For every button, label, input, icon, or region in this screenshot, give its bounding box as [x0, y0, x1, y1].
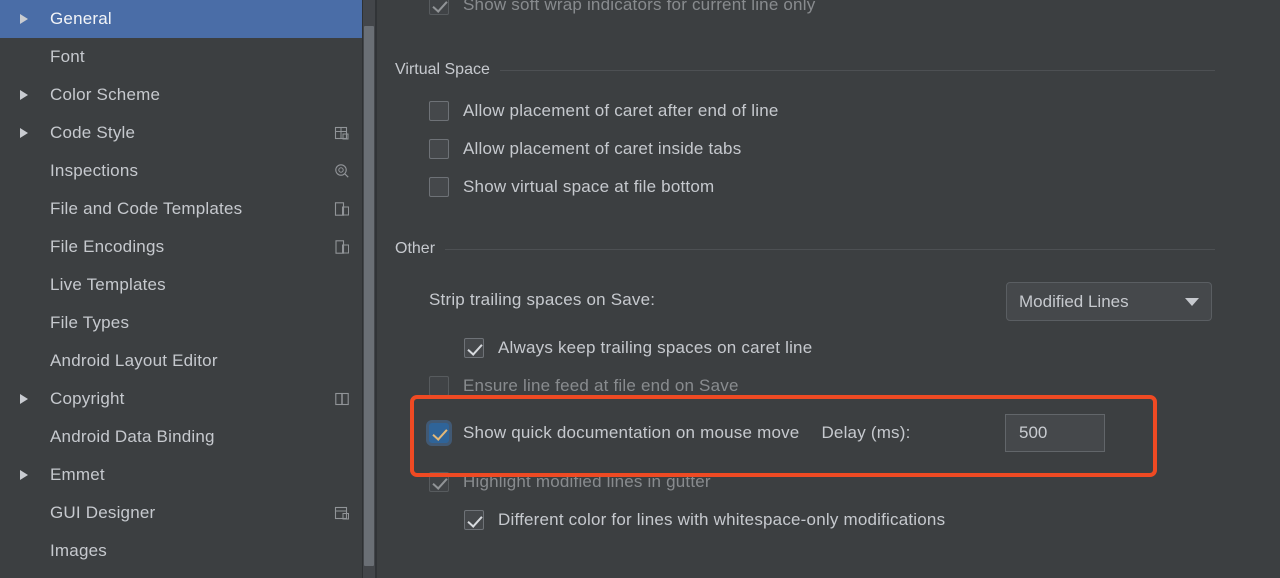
checkbox-row-highlight-modified-lines[interactable]: Highlight modified lines in gutter: [429, 472, 711, 492]
checkbox-row-ensure-line-feed[interactable]: Ensure line feed at file end on Save: [429, 376, 739, 396]
chevron-right-icon[interactable]: [20, 14, 28, 24]
tree-scrollbar-thumb[interactable]: [364, 26, 374, 566]
sidebar-item-live-templates[interactable]: Live Templates: [0, 266, 362, 304]
sidebar-item-color-scheme[interactable]: Color Scheme: [0, 76, 362, 114]
checkbox-soft-wrap-indicators[interactable]: [429, 0, 449, 15]
section-header-other: Other: [395, 240, 1215, 258]
sidebar-item-label: Android Layout Editor: [50, 351, 218, 370]
checkbox-different-color-whitespace[interactable]: [464, 510, 484, 530]
checkbox-label: Highlight modified lines in gutter: [463, 472, 711, 491]
settings-tree[interactable]: General Font Color Scheme Code Style Ins…: [0, 0, 362, 578]
checkbox-always-keep-trailing-spaces[interactable]: [464, 338, 484, 358]
checkbox-row-caret-after-end-of-line[interactable]: Allow placement of caret after end of li…: [429, 101, 779, 121]
sidebar-item-file-and-code-templates[interactable]: File and Code Templates: [0, 190, 362, 228]
module-config-icon: [334, 163, 350, 179]
module-config-icon: [334, 239, 350, 255]
sidebar-item-emmet[interactable]: Emmet: [0, 456, 362, 494]
sidebar-item-label: Color Scheme: [50, 85, 161, 104]
sidebar-item-label: File Types: [50, 313, 130, 332]
checkbox-label: Different color for lines with whitespac…: [498, 510, 946, 529]
sidebar-item-label: General: [50, 9, 112, 28]
sidebar-item-label: Copyright: [50, 389, 125, 408]
checkbox-row-show-quick-documentation[interactable]: Show quick documentation on mouse move D…: [429, 423, 911, 443]
checkbox-row-caret-inside-tabs[interactable]: Allow placement of caret inside tabs: [429, 139, 741, 159]
sidebar-item-gui-designer[interactable]: GUI Designer: [0, 494, 362, 532]
sidebar-item-label: File Encodings: [50, 237, 165, 256]
sidebar-item-label: Android Data Binding: [50, 427, 215, 446]
settings-window: General Font Color Scheme Code Style Ins…: [0, 0, 1280, 578]
delay-label: Delay (ms):: [821, 423, 911, 442]
checkbox-label: Show quick documentation on mouse move: [463, 423, 800, 442]
delay-input[interactable]: 500: [1005, 414, 1105, 452]
strip-trailing-spaces-label-row: Strip trailing spaces on Save:: [429, 290, 655, 310]
sidebar-item-android-layout-editor[interactable]: Android Layout Editor: [0, 342, 362, 380]
checkbox-ensure-line-feed[interactable]: [429, 376, 449, 396]
sidebar-item-code-style[interactable]: Code Style: [0, 114, 362, 152]
sidebar-item-label: Font: [50, 47, 85, 66]
sidebar-item-images[interactable]: Images: [0, 532, 362, 570]
module-config-icon: [334, 125, 350, 141]
checkbox-label: Show soft wrap indicators for current li…: [463, 0, 816, 14]
sidebar-item-label: Code Style: [50, 123, 136, 142]
checkbox-show-quick-documentation[interactable]: [429, 423, 449, 443]
section-rule: [445, 248, 1215, 250]
sidebar-item-label: Live Templates: [50, 275, 166, 294]
dropdown-selected-value: Modified Lines: [1019, 291, 1129, 311]
checkbox-label: Always keep trailing spaces on caret lin…: [498, 338, 813, 357]
sidebar-item-label: Inspections: [50, 161, 139, 180]
section-header-virtual-space: Virtual Space: [395, 61, 1215, 79]
sidebar-item-android-data-binding[interactable]: Android Data Binding: [0, 418, 362, 456]
chevron-down-icon[interactable]: [1185, 297, 1199, 306]
sidebar-item-copyright[interactable]: Copyright: [0, 380, 362, 418]
checkbox-label: Allow placement of caret after end of li…: [463, 101, 779, 120]
module-config-icon: [334, 201, 350, 217]
checkbox-row-virtual-space-at-file-bottom[interactable]: Show virtual space at file bottom: [429, 177, 714, 197]
checkbox-row-soft-wrap-indicators[interactable]: Show soft wrap indicators for current li…: [429, 0, 815, 15]
strip-trailing-spaces-label: Strip trailing spaces on Save:: [429, 290, 656, 309]
settings-content-pane: Show soft wrap indicators for current li…: [377, 0, 1280, 578]
sidebar-item-font[interactable]: Font: [0, 38, 362, 76]
sidebar-item-file-types[interactable]: File Types: [0, 304, 362, 342]
checkbox-row-always-keep-trailing-spaces[interactable]: Always keep trailing spaces on caret lin…: [464, 338, 812, 358]
checkbox-caret-after-end-of-line[interactable]: [429, 101, 449, 121]
chevron-right-icon[interactable]: [20, 470, 28, 480]
sidebar-item-general[interactable]: General: [0, 0, 362, 38]
module-config-icon: [334, 391, 350, 407]
checkbox-virtual-space-at-file-bottom[interactable]: [429, 177, 449, 197]
checkbox-label: Ensure line feed at file end on Save: [463, 376, 739, 395]
checkbox-label: Allow placement of caret inside tabs: [463, 139, 742, 158]
sidebar-item-label: GUI Designer: [50, 503, 156, 522]
sidebar-item-inspections[interactable]: Inspections: [0, 152, 362, 190]
section-title: Virtual Space: [395, 61, 490, 78]
module-config-icon: [334, 505, 350, 521]
strip-trailing-spaces-dropdown[interactable]: Modified Lines: [1006, 282, 1212, 321]
sidebar-item-file-encodings[interactable]: File Encodings: [0, 228, 362, 266]
sidebar-item-label: Emmet: [50, 465, 105, 484]
chevron-right-icon[interactable]: [20, 90, 28, 100]
sidebar-item-label: File and Code Templates: [50, 199, 243, 218]
checkbox-row-different-color-whitespace[interactable]: Different color for lines with whitespac…: [464, 510, 945, 530]
section-rule: [499, 69, 1215, 71]
chevron-right-icon[interactable]: [20, 394, 28, 404]
checkbox-label: Show virtual space at file bottom: [463, 177, 715, 196]
delay-input-value: 500: [1019, 423, 1048, 442]
checkbox-caret-inside-tabs[interactable]: [429, 139, 449, 159]
checkbox-highlight-modified-lines[interactable]: [429, 472, 449, 492]
section-title: Other: [395, 240, 436, 257]
chevron-right-icon[interactable]: [20, 128, 28, 138]
sidebar-item-label: Images: [50, 541, 107, 560]
